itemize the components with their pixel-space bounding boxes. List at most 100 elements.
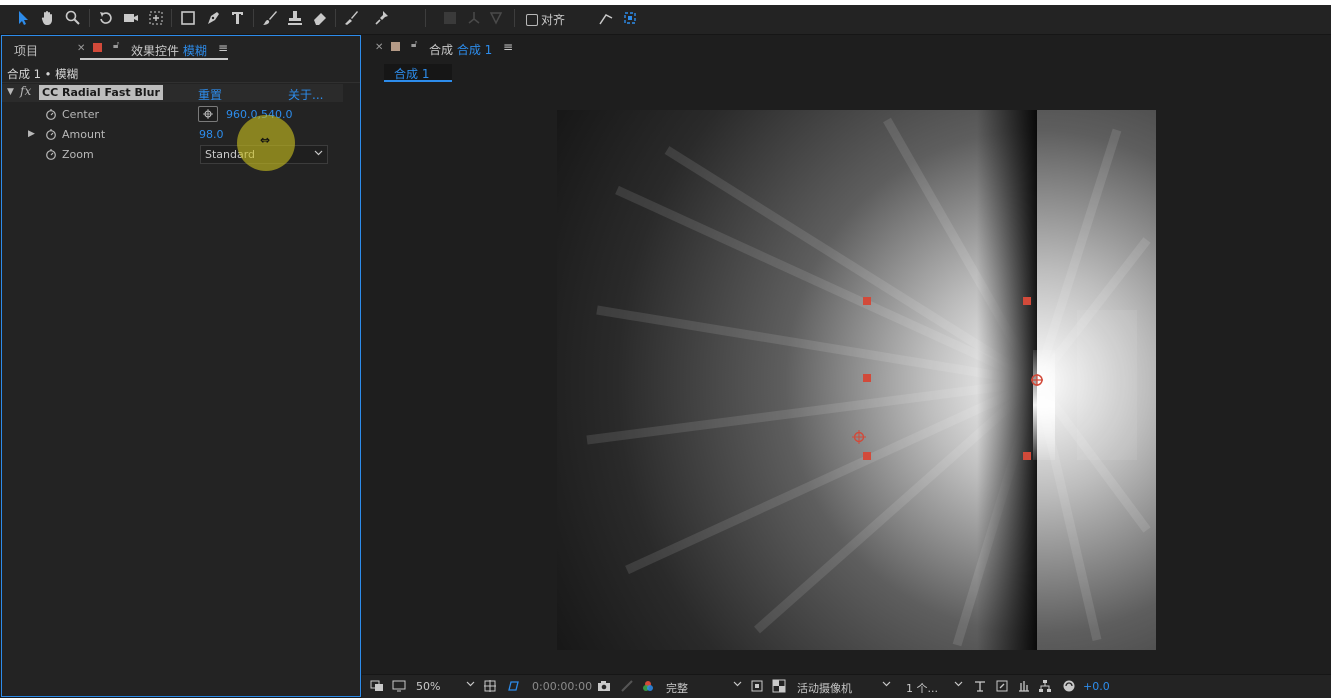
puppet-pin-tool-icon[interactable]	[372, 8, 392, 28]
layer-color-swatch	[93, 43, 102, 52]
grid-guides-icon[interactable]	[483, 679, 497, 693]
scrub-cursor-icon: ⇔	[260, 133, 271, 147]
property-name: Amount	[62, 128, 106, 141]
point-crosshair-button[interactable]	[198, 106, 218, 122]
brush-tool-icon[interactable]	[260, 8, 280, 28]
effect-header-row[interactable]: ▼ fx CC Radial Fast Blur 重置 关于...	[2, 84, 343, 102]
close-icon[interactable]: ✕	[77, 43, 85, 54]
tab-composition-name: 合成 1	[456, 43, 493, 57]
stopwatch-icon[interactable]	[45, 108, 57, 120]
comp-color-swatch	[391, 42, 400, 51]
chevron-down-icon[interactable]	[882, 679, 891, 688]
show-snapshot-icon[interactable]	[620, 679, 634, 693]
camera-tool-icon[interactable]	[121, 8, 141, 28]
exposure-value[interactable]: +0.0	[1083, 680, 1110, 693]
layer-handle[interactable]	[1023, 452, 1031, 460]
reset-exposure-icon[interactable]	[1062, 679, 1076, 693]
rectangle-tool-icon[interactable]	[178, 8, 198, 28]
snap-checkbox[interactable]: 对齐	[526, 11, 565, 28]
stopwatch-icon[interactable]	[45, 128, 57, 140]
type-tool-icon[interactable]	[228, 8, 248, 28]
snap-edges-icon[interactable]	[596, 8, 616, 28]
comp-navigator-label: 合成 1	[394, 67, 430, 81]
composition-viewer[interactable]	[557, 110, 1156, 650]
resolution-value[interactable]: 完整	[666, 680, 688, 696]
layer-handle[interactable]	[863, 374, 871, 382]
local-axis-icon[interactable]	[440, 8, 460, 28]
tab-composition-label: 合成	[429, 43, 454, 57]
chevron-down-icon[interactable]	[954, 679, 963, 688]
view-layout-value[interactable]: 1 个...	[906, 680, 938, 696]
tab-project[interactable]: 项目	[14, 42, 38, 59]
world-axis-icon[interactable]	[464, 8, 484, 28]
snap-label: 对齐	[541, 13, 566, 27]
panel-tabs: 项目 ✕ 🔓︎ 效果控件 模糊 ≡	[2, 36, 360, 62]
roto-brush-tool-icon[interactable]	[342, 8, 362, 28]
hand-tool-icon[interactable]	[38, 8, 58, 28]
rotation-tool-icon[interactable]	[96, 8, 116, 28]
pixel-aspect-icon[interactable]	[973, 679, 987, 693]
zoom-tool-icon[interactable]	[63, 8, 83, 28]
camera-view-value[interactable]: 活动摄像机	[797, 680, 852, 696]
fx-toggle-icon[interactable]: fx	[20, 84, 31, 98]
close-icon[interactable]: ✕	[375, 42, 383, 53]
about-link[interactable]: 关于...	[288, 86, 323, 103]
pan-behind-tool-icon[interactable]	[146, 8, 166, 28]
toolbar-separator	[171, 9, 172, 27]
view-axis-icon[interactable]	[486, 8, 506, 28]
amount-value[interactable]: 98.0	[199, 128, 224, 141]
monitor-icon[interactable]	[392, 679, 406, 693]
selection-tool-icon[interactable]	[13, 8, 33, 28]
tab-effect-controls-layer: 模糊	[182, 44, 207, 58]
tab-effect-controls-label: 效果控件	[131, 44, 180, 58]
snap-features-icon[interactable]	[620, 8, 640, 28]
panel-menu-icon[interactable]: ≡	[218, 41, 228, 55]
layer-handle[interactable]	[1023, 297, 1031, 305]
property-name: Zoom	[62, 148, 94, 161]
toolbar-separator	[335, 9, 336, 27]
region-of-interest-icon[interactable]	[750, 679, 764, 693]
fast-previews-icon[interactable]	[995, 679, 1009, 693]
anchor-point-icon[interactable]	[1031, 374, 1043, 386]
divider	[2, 82, 360, 83]
layer-handles-overlay	[852, 297, 1043, 460]
timeline-icon[interactable]	[1017, 679, 1031, 693]
chevron-down-icon[interactable]	[733, 679, 742, 688]
checkbox-icon	[526, 13, 538, 26]
lock-icon[interactable]: 🔓︎	[411, 39, 417, 50]
property-name: Center	[62, 108, 100, 121]
toolbar-separator	[89, 9, 90, 27]
chevron-down-icon	[314, 150, 323, 156]
panel-menu-icon[interactable]: ≡	[503, 40, 513, 54]
twirl-down-icon[interactable]: ▼	[7, 87, 14, 97]
pen-tool-icon[interactable]	[203, 8, 223, 28]
clone-stamp-tool-icon[interactable]	[285, 8, 305, 28]
snapshot-camera-icon[interactable]	[597, 679, 611, 693]
stopwatch-icon[interactable]	[45, 148, 57, 160]
effect-center-point-icon[interactable]	[852, 430, 866, 444]
channel-rgb-icon[interactable]	[641, 679, 655, 693]
effect-controls-panel: 项目 ✕ 🔓︎ 效果控件 模糊 ≡ 合成 1 • 模糊 ▼ fx CC Radi…	[1, 35, 361, 697]
window-top-strip	[0, 0, 1331, 5]
lock-icon[interactable]: 🔓︎	[113, 40, 119, 51]
layer-handle[interactable]	[863, 452, 871, 460]
eraser-tool-icon[interactable]	[310, 8, 330, 28]
current-time[interactable]: 0:00:00:00	[532, 680, 592, 693]
always-preview-icon[interactable]	[370, 679, 384, 693]
tab-effect-controls[interactable]: 效果控件 模糊	[131, 42, 207, 59]
flowchart-icon[interactable]	[1038, 679, 1052, 693]
layer-handle[interactable]	[863, 297, 871, 305]
effect-name[interactable]: CC Radial Fast Blur	[39, 85, 163, 100]
twirl-right-icon[interactable]: ▶	[28, 129, 35, 139]
chevron-down-icon[interactable]	[466, 679, 475, 688]
viewer-toolbar: 50% 0:00:00:00 完整 活动摄像机 1 个... +0.0	[362, 674, 1331, 698]
magnification-value[interactable]: 50%	[416, 680, 440, 693]
toolbar-separator	[425, 9, 426, 27]
mask-visibility-icon[interactable]	[506, 679, 520, 693]
transparency-grid-icon[interactable]	[772, 679, 786, 693]
toolbar-separator	[253, 9, 254, 27]
tab-composition[interactable]: 合成 合成 1	[429, 41, 492, 58]
tools-toolbar: 对齐	[0, 0, 1331, 35]
comp-navigator-chip[interactable]: 合成 1	[384, 64, 452, 82]
reset-link[interactable]: 重置	[198, 86, 222, 103]
